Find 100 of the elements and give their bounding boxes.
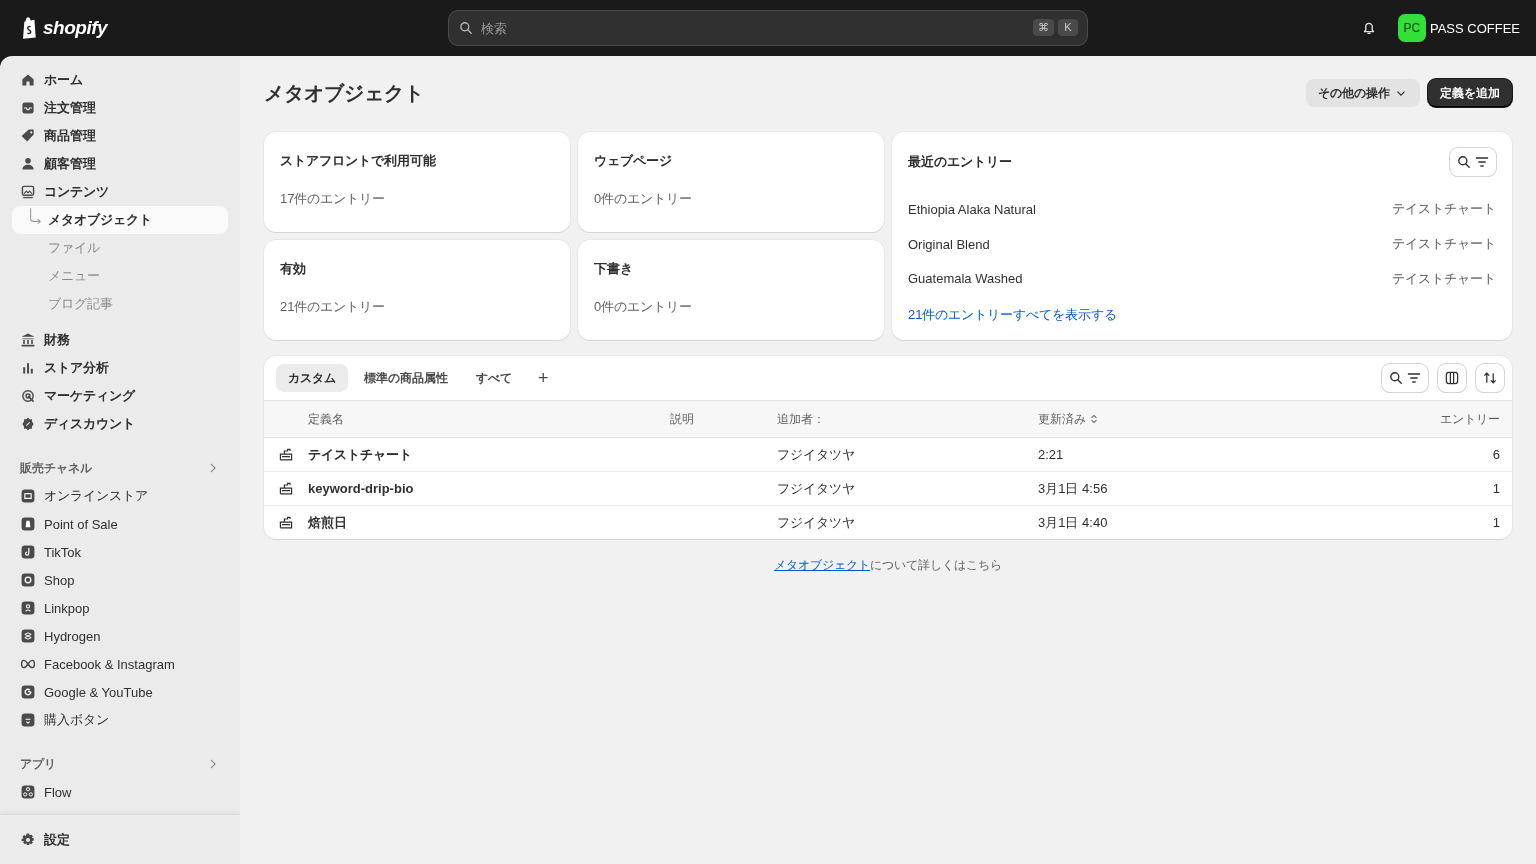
entries-count: 1 — [1492, 515, 1500, 530]
card-title: ウェブページ — [594, 152, 673, 170]
more-actions-button[interactable]: その他の操作 — [1306, 79, 1420, 107]
stat-card[interactable]: 有効 21件のエントリー — [264, 240, 570, 340]
sidebar-item[interactable]: Shop — [12, 566, 228, 594]
sidebar-item[interactable]: 購入ボタン — [12, 706, 228, 734]
sidebar-item[interactable]: TikTok — [12, 538, 228, 566]
column-header[interactable]: 定義名 — [308, 401, 344, 437]
definition-name: 焙煎日 — [308, 513, 347, 532]
definition-name: テイストチャート — [308, 445, 412, 464]
search-filter-button[interactable] — [1450, 148, 1496, 176]
sidebar-item[interactable]: 注文管理 — [12, 94, 228, 122]
shortcut-key: K — [1058, 19, 1078, 36]
search-icon — [1388, 370, 1404, 386]
sidebar-item[interactable]: Linkpop — [12, 594, 228, 622]
discount-icon — [20, 416, 36, 432]
columns-icon — [1444, 370, 1460, 386]
column-header[interactable]: 更新済み — [1038, 401, 1100, 437]
entry-row[interactable]: Guatemala Washed テイストチャート — [908, 261, 1496, 296]
entry-count: 0件のエントリー — [594, 190, 694, 208]
entry-name: Original Blend — [908, 236, 990, 252]
sidebar-item[interactable]: Hydrogen — [12, 622, 228, 650]
filter-icon — [1406, 370, 1422, 386]
bar-chart-icon — [20, 360, 36, 376]
store-name: PASS COFFEE — [1429, 20, 1520, 36]
sidebar-item[interactable]: ディスカウント — [12, 410, 228, 438]
entry-type: テイストチャート — [1392, 235, 1496, 253]
entry-type: テイストチャート — [1392, 200, 1496, 219]
sidebar-subitem[interactable]: メタオブジェクト — [12, 206, 228, 234]
inbox-icon — [20, 100, 36, 116]
column-header[interactable]: エントリー — [1440, 401, 1500, 437]
stat-card[interactable]: ウェブページ 0件のエントリー — [578, 132, 884, 232]
add-tab-button[interactable]: + — [528, 364, 559, 392]
table-row[interactable]: テイストチャート フジイタツヤ 2:21 6 — [264, 438, 1512, 472]
sidebar-item[interactable]: オンラインストア — [12, 482, 228, 510]
sidebar-item[interactable]: Google & YouTube — [12, 678, 228, 706]
tab[interactable]: すべて — [464, 364, 524, 392]
page-title: メタオブジェクト — [264, 80, 425, 106]
definition-icon — [278, 446, 294, 463]
gear-icon — [20, 831, 36, 848]
sidebar-item[interactable]: Flow — [12, 778, 228, 806]
search-filter-button[interactable] — [1382, 364, 1428, 392]
add-definition-button[interactable]: 定義を追加 — [1428, 79, 1512, 107]
definition-name: keyword-drip-bio — [308, 481, 414, 496]
shopping-bag-icon — [20, 516, 36, 532]
author-cell: フジイタツヤ — [777, 513, 855, 532]
sidebar-item[interactable]: Facebook & Instagram — [12, 650, 228, 678]
filter-icon — [1474, 154, 1490, 170]
shortcut-key: ⌘ — [1033, 19, 1054, 36]
updated-cell: 2:21 — [1038, 447, 1064, 462]
settings-item[interactable]: 設定 — [12, 825, 228, 854]
logo-text: shopify — [43, 17, 108, 39]
tab[interactable]: カスタム — [276, 364, 348, 392]
entries-count: 1 — [1492, 481, 1500, 496]
column-header[interactable]: 説明 — [670, 401, 694, 437]
sidebar-item[interactable]: Point of Sale — [12, 510, 228, 538]
bank-icon — [20, 332, 36, 348]
section-title: 販売チャネル — [20, 459, 92, 477]
image-icon — [20, 184, 36, 200]
sidebar-item[interactable]: 財務 — [12, 326, 228, 354]
entry-row[interactable]: Ethiopia Alaka Natural テイストチャート — [908, 192, 1496, 227]
search-icon — [458, 20, 474, 36]
stat-card[interactable]: 下書き 0件のエントリー — [578, 240, 884, 340]
sort-arrows-icon — [1482, 370, 1498, 386]
entry-count: 17件のエントリー — [280, 190, 387, 208]
sidebar-item[interactable]: 商品管理 — [12, 122, 228, 150]
home-icon — [20, 72, 36, 88]
view-all-link[interactable]: 21件のエントリーすべてを表示する — [908, 306, 1118, 324]
table-row[interactable]: keyword-drip-bio フジイタツヤ 3月1日 4:56 1 — [264, 472, 1512, 506]
sidebar-item[interactable]: マーケティング — [12, 382, 228, 410]
entry-name: Guatemala Washed — [908, 271, 1023, 287]
tag-icon — [20, 128, 36, 144]
card-title: ストアフロントで利用可能 — [280, 152, 437, 170]
columns-button[interactable] — [1438, 364, 1466, 392]
help-link[interactable]: メタオブジェクト — [774, 558, 870, 572]
author-cell: フジイタツヤ — [777, 479, 855, 498]
tab[interactable]: 標準の商品属性 — [352, 364, 460, 392]
updated-cell: 3月1日 4:56 — [1038, 479, 1108, 498]
sidebar-item[interactable]: コンテンツ — [12, 178, 228, 206]
sort-button[interactable] — [1476, 364, 1504, 392]
sidebar-item[interactable]: ホーム — [12, 66, 228, 94]
card-title: 有効 — [280, 260, 307, 278]
store-menu[interactable]: PC PASS COFFEE — [1397, 14, 1520, 42]
person-icon — [20, 156, 36, 172]
table-row[interactable]: 焙煎日 フジイタツヤ 3月1日 4:40 1 — [264, 506, 1512, 539]
sort-caret-icon — [1088, 412, 1100, 426]
store-avatar: PC — [1397, 14, 1426, 42]
entry-row[interactable]: Original Blend テイストチャート — [908, 226, 1496, 262]
entry-type: テイストチャート — [1392, 269, 1496, 288]
target-icon — [20, 388, 36, 404]
stat-card[interactable]: ストアフロントで利用可能 17件のエントリー — [264, 132, 570, 232]
card-title: 下書き — [594, 260, 634, 278]
definition-icon — [278, 514, 294, 531]
entry-count: 0件のエントリー — [594, 298, 694, 316]
sidebar-item[interactable]: ストア分析 — [12, 354, 228, 382]
definition-icon — [278, 480, 294, 497]
sidebar-item[interactable]: 顧客管理 — [12, 150, 228, 178]
column-header[interactable]: 追加者： — [777, 401, 825, 437]
help-text: メタオブジェクト について詳しくはこちら — [773, 557, 1003, 574]
search-icon — [1456, 154, 1472, 170]
